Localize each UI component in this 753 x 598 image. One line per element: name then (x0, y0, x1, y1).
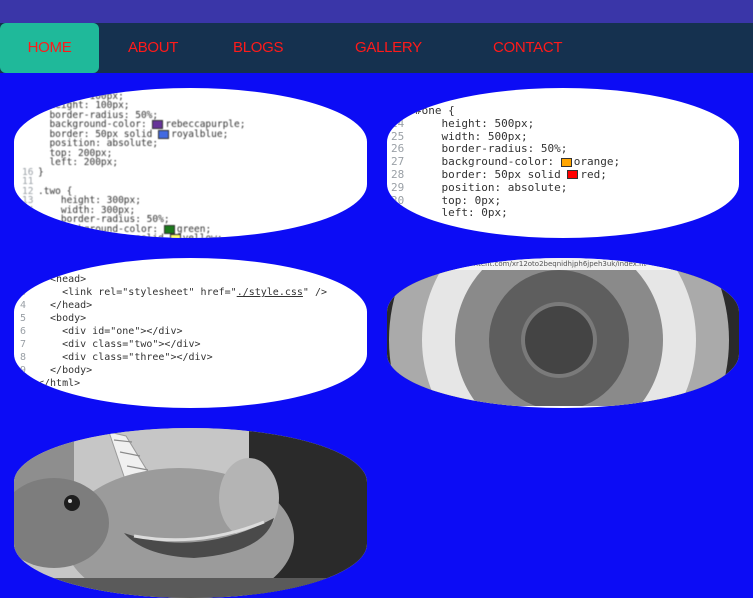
code-line: 5 <body> (20, 312, 367, 325)
code-text: border: 50px solid (38, 233, 170, 238)
color-swatch-icon (169, 234, 181, 238)
nav-blogs[interactable]: BLOGS (233, 23, 283, 73)
code-text: <head> (38, 274, 87, 285)
nav-about[interactable]: ABOUT (128, 23, 178, 73)
concentric-rings-graphic (389, 270, 729, 406)
code-line: 17 border: 50px solid yellow; (22, 234, 367, 238)
code-line: <html> (20, 260, 367, 273)
code-snippet-css-one: 23 #one {24 height: 500px; 25 width: 500px… (387, 88, 739, 233)
top-strip (0, 0, 753, 23)
code-text: top: 0px; (415, 193, 502, 207)
line-number: 31 (391, 206, 405, 220)
gallery-card-rings[interactable]: reb.au.edusercontent.com/xr12oto2beqnidh… (387, 258, 739, 408)
gallery-card-html[interactable]: <html> <head> 3 <link rel="stylesheet" hr… (14, 258, 367, 408)
line-number: 23 (391, 104, 405, 117)
gallery-card-css-b[interactable]: 23 #one {24 height: 500px; 25 width: 500px… (387, 88, 739, 238)
code-text: <body> (38, 313, 87, 324)
color-swatch-icon (567, 170, 579, 180)
code-text: </body> (38, 365, 93, 376)
line-number: 6 (20, 326, 27, 337)
color-swatch-icon (158, 129, 170, 139)
code-text: </html> (38, 378, 81, 389)
gallery-card-unicorn[interactable] (14, 428, 367, 598)
main-navbar: HOME ABOUT BLOGS GALLERY CONTACT (0, 23, 753, 73)
code-text: position: absolute; (415, 180, 568, 194)
code-snippet-css-two: ~ee { width: 100px; height: 100px; borde… (14, 88, 367, 238)
line-number: 9 (20, 365, 27, 376)
code-snippet-html: <html> <head> 3 <link rel="stylesheet" hr… (14, 258, 367, 390)
line-number: 24 (391, 116, 405, 130)
code-text: background-color: (415, 155, 561, 169)
color-swatch-icon (560, 157, 572, 167)
code-text: left: 0px; (415, 206, 508, 220)
code-line: } (391, 219, 739, 233)
code-text-rest: orange; (573, 155, 621, 169)
nav-contact[interactable]: CONTACT (493, 23, 563, 73)
line-number: 29 (391, 180, 405, 194)
rings-image (387, 270, 739, 406)
stylesheet-link: ./style.css (236, 287, 303, 298)
line-number: 28 (391, 167, 405, 181)
code-text: height: 500px; (415, 116, 535, 130)
code-text: #one { (415, 104, 455, 117)
line-number: 3 (20, 287, 27, 298)
code-text: } (38, 166, 44, 178)
code-text: <link rel="stylesheet" href=" (38, 287, 237, 298)
code-text-rest: royalblue; (171, 128, 229, 140)
code-line: 7 <div class="two"></div> (20, 338, 367, 351)
code-text: <html> (38, 261, 75, 272)
code-text-rest: " /> (302, 287, 328, 298)
code-text: left: 200px; (38, 157, 119, 168)
code-text: </head> (38, 300, 93, 311)
code-line: 4 </head> (20, 299, 367, 312)
line-number: 7 (20, 339, 27, 350)
code-text-rest: yellow; (183, 233, 223, 238)
code-text: border-radius: 50%; (415, 142, 568, 156)
code-text: <div class="two"></div> (38, 339, 201, 350)
code-text: width: 500px; (415, 129, 528, 143)
code-line: 8 <div class="three"></div> (20, 351, 367, 364)
code-line: left: 200px; (22, 158, 367, 168)
line-number: 4 (20, 300, 27, 311)
code-line: 10 </html> (20, 377, 367, 390)
code-line: 31 left: 0px; (391, 206, 739, 220)
code-text: <div id="one"></div> (38, 326, 183, 337)
code-text: border: 50px solid (415, 167, 568, 181)
code-line: 16} (22, 166, 367, 178)
code-text: } (415, 219, 422, 233)
code-line: 6 <div id="one"></div> (20, 325, 367, 338)
line-number: 5 (20, 313, 27, 324)
code-text: <div class="three"></div> (38, 352, 213, 363)
code-line: 3 <link rel="stylesheet" href="./style.c… (20, 286, 367, 299)
line-number: 10 (20, 378, 33, 389)
code-text-rest: red; (580, 167, 607, 181)
code-line: 9 </body> (20, 364, 367, 377)
line-number: 17 (22, 234, 38, 238)
gallery-card-css-a[interactable]: ~ee { width: 100px; height: 100px; borde… (14, 88, 367, 238)
nav-gallery[interactable]: GALLERY (355, 23, 422, 73)
nav-home[interactable]: HOME (0, 23, 99, 73)
code-line: 11 (22, 177, 367, 187)
code-line: <head> (20, 273, 367, 286)
browser-url-bar: reb.au.edusercontent.com/xr12oto2beqnidh… (387, 258, 739, 270)
line-number: 8 (20, 352, 27, 363)
unicorn-photo (14, 428, 367, 598)
